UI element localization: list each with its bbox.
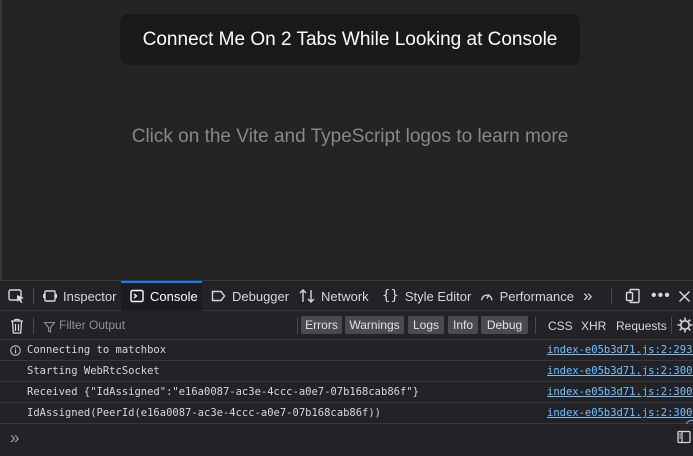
devtools-panel: Inspector Console Debugger Network {} St… (0, 280, 693, 456)
debugger-icon (211, 290, 226, 302)
filter-xhr-button[interactable]: XHR (581, 319, 606, 333)
trash-icon (11, 318, 23, 334)
console-settings-button[interactable] (677, 317, 693, 338)
toolbar-divider (611, 288, 612, 304)
tab-label: Style Editor (404, 288, 472, 304)
chevron-double-right-icon: » (583, 286, 593, 305)
tab-console[interactable]: Console (121, 281, 202, 311)
split-console-icon[interactable] (677, 430, 691, 444)
pick-element-button[interactable] (8, 281, 26, 311)
filter-requests-button[interactable]: Requests (616, 319, 667, 333)
clear-console-button[interactable] (10, 318, 24, 339)
web-page: Connect Me On 2 Tabs While Looking at Co… (0, 0, 693, 280)
message-text: IdAssigned(PeerId(e16a0087-ac3e-4ccc-a0e… (27, 407, 382, 419)
page-hint-text: Click on the Vite and TypeScript logos t… (131, 126, 569, 147)
tab-network[interactable]: Network (293, 281, 375, 311)
level-debug-button[interactable]: Debug (481, 316, 528, 334)
message-text: Connecting to matchbox (27, 344, 167, 356)
console-message: Connecting to matchbox index-e05b3d71.js… (0, 340, 693, 361)
filter-divider (297, 317, 298, 334)
close-icon (678, 290, 691, 302)
filter-divider (535, 317, 536, 334)
tab-debugger[interactable]: Debugger (204, 281, 294, 311)
console-input[interactable]: » (0, 424, 693, 456)
tab-label: Performance (499, 288, 574, 304)
tab-label: Inspector (63, 288, 117, 304)
level-logs-button[interactable]: Logs (408, 316, 444, 334)
message-source-link[interactable]: index-e05b3d71.js:2:3000 (547, 407, 693, 419)
tab-style-editor[interactable]: {} Style Editor (377, 281, 473, 311)
prompt-chevron-icon: » (10, 428, 20, 447)
console-message: Starting WebRtcSocket index-e05b3d71.js:… (0, 361, 693, 382)
message-source-link[interactable]: index-e05b3d71.js:2:3000 (547, 386, 693, 398)
filter-placeholder: Filter Output (59, 318, 126, 332)
level-errors-button[interactable]: Errors (301, 316, 342, 334)
filter-divider (671, 317, 672, 334)
message-source-link[interactable]: index-e05b3d71.js:2:3000 (547, 365, 693, 377)
ellipsis-icon: ••• (651, 287, 671, 304)
tab-label: Network (321, 288, 369, 304)
performance-icon (481, 293, 493, 301)
tab-performance[interactable]: Performance (474, 281, 574, 311)
pick-element-icon (8, 289, 24, 303)
filter-divider (33, 317, 34, 334)
tab-label: Console (150, 288, 198, 304)
tab-label: Debugger (232, 288, 290, 304)
console-message: IdAssigned(PeerId(e16a0087-ac3e-4ccc-a0e… (0, 403, 693, 424)
console-message: Received {"IdAssigned":"e16a0087-ac3e-4c… (0, 382, 693, 403)
dock-icon (625, 288, 640, 304)
message-text: Received {"IdAssigned":"e16a0087-ac3e-4c… (27, 386, 419, 398)
style-editor-icon: {} (382, 288, 399, 304)
toolbar-divider (33, 288, 34, 304)
gear-icon (677, 317, 693, 333)
devtools-toolbar: Inspector Console Debugger Network {} St… (0, 281, 693, 311)
level-warnings-button[interactable]: Warnings (345, 316, 404, 334)
inspector-icon (43, 290, 57, 302)
network-icon (299, 289, 315, 303)
more-tabs-button[interactable]: » (583, 281, 592, 311)
dock-options-button[interactable] (625, 281, 641, 311)
filter-css-button[interactable]: CSS (548, 319, 573, 333)
console-icon (130, 289, 144, 303)
level-info-button[interactable]: Info (448, 316, 478, 334)
message-text: Starting WebRtcSocket (27, 365, 160, 377)
tab-inspector[interactable]: Inspector (36, 281, 120, 311)
close-devtools-button[interactable] (678, 281, 691, 311)
connect-button[interactable]: Connect Me On 2 Tabs While Looking at Co… (120, 14, 580, 65)
options-menu-button[interactable]: ••• (651, 281, 671, 311)
info-icon (10, 345, 21, 356)
console-filter-bar: Filter Output Errors Warnings Logs Info … (0, 311, 693, 340)
message-source-link[interactable]: index-e05b3d71.js:2:2935 (547, 344, 693, 356)
